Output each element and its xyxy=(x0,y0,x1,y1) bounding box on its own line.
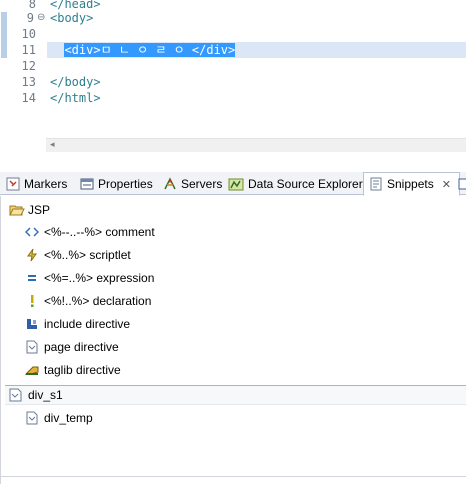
properties-icon xyxy=(80,177,94,191)
drawer-label: div_s1 xyxy=(28,388,63,402)
tab-label: Markers xyxy=(24,176,68,191)
markers-icon xyxy=(6,177,20,191)
editor-line-10: 10 xyxy=(0,26,466,42)
data-source-explorer-icon xyxy=(228,177,244,191)
tab-data-source-explorer[interactable]: Data Source Explorer xyxy=(228,172,363,195)
snippet-include-directive[interactable]: include directive xyxy=(25,314,130,334)
snippet-taglib-directive[interactable]: taglib directive xyxy=(25,360,121,380)
snippet-label: <%!..%> declaration xyxy=(44,294,152,308)
tab-markers[interactable]: Markers xyxy=(6,172,67,195)
line-number: 12 xyxy=(21,59,36,73)
snippet-declaration[interactable]: <%!..%> declaration xyxy=(25,291,151,311)
line-number: 9 xyxy=(26,11,34,25)
selected-code[interactable]: <div>ㅁ ㄴ ㅇ ㄹ ㅇ </div> xyxy=(64,43,236,57)
tab-snippets[interactable]: Snippets ✕ xyxy=(363,172,460,196)
line-number: 10 xyxy=(21,27,36,41)
taglib-icon xyxy=(25,363,39,377)
line-number: 13 xyxy=(21,75,36,89)
editor-line-12: 12 xyxy=(0,58,466,74)
snippet-comment[interactable]: <%--..--%> comment xyxy=(25,222,155,242)
close-tab-icon[interactable]: ✕ xyxy=(442,178,451,191)
snippet-label: <%--..--%> comment xyxy=(44,225,155,239)
tab-label: Snippets xyxy=(387,177,434,191)
fold-collapse-icon[interactable]: ⊖ xyxy=(37,13,45,23)
snippet-label: div_temp xyxy=(44,411,93,425)
code-editor[interactable]: 8 </head> 9 ⊖ <body> 10 11 <div>ㅁ ㄴ ㅇ ㄹ … xyxy=(0,0,466,152)
scroll-left-icon[interactable]: ◂ xyxy=(50,140,55,150)
tab-servers[interactable]: Servers xyxy=(163,172,222,195)
editor-line-13: 13 </body> xyxy=(0,74,466,90)
panel-separator xyxy=(0,152,466,172)
drawer-label: JSP xyxy=(28,203,51,217)
tab-properties[interactable]: Properties xyxy=(80,172,153,195)
snippet-page-directive[interactable]: page directive xyxy=(25,337,119,357)
horizontal-scrollbar[interactable]: ◂ xyxy=(46,138,466,152)
drawer-jsp[interactable]: JSP xyxy=(5,200,466,220)
view-icon xyxy=(458,177,466,191)
snippet-drawer-icon xyxy=(9,388,25,402)
tab-label: Data Source Explorer xyxy=(248,176,363,191)
include-icon xyxy=(25,317,39,331)
snippet-label: page directive xyxy=(44,340,119,354)
snippet-scriptlet[interactable]: <%..%> scriptlet xyxy=(25,245,131,265)
line-number: 14 xyxy=(21,91,36,105)
view-tab-bar: Markers Properties Servers Data Source E… xyxy=(0,172,466,196)
snippets-view: JSP <%--..--%> comment <%..%> scriptlet … xyxy=(0,196,466,484)
code-text: <div>ㅁ ㄴ ㅇ ㄹ ㅇ </div> xyxy=(50,42,236,58)
tab-overflow[interactable] xyxy=(458,172,466,195)
tab-label: Properties xyxy=(98,176,153,191)
snippet-label: taglib directive xyxy=(44,363,121,377)
panel-bottom-border xyxy=(0,476,466,477)
editor-line-11: 11 <div>ㅁ ㄴ ㅇ ㄹ ㅇ </div> xyxy=(0,42,466,58)
line-number: 11 xyxy=(21,43,36,57)
drawer-div-s1[interactable]: div_s1 xyxy=(5,385,466,405)
editor-line-14: 14 </html> xyxy=(0,90,466,106)
open-folder-icon xyxy=(9,203,25,217)
snippet-expression[interactable]: <%=..%> expression xyxy=(25,268,154,288)
template-icon xyxy=(25,411,39,425)
comment-icon xyxy=(25,225,39,239)
code-text: </html> xyxy=(50,91,101,105)
snippets-icon xyxy=(369,177,383,191)
code-text: </body> xyxy=(50,75,101,89)
servers-icon xyxy=(163,176,177,191)
page-icon xyxy=(25,340,39,354)
expression-icon xyxy=(25,271,39,285)
snippet-label: include directive xyxy=(44,317,131,331)
tab-label: Servers xyxy=(181,176,223,191)
code-text: <body> xyxy=(50,11,94,25)
snippet-label: <%..%> scriptlet xyxy=(44,248,131,262)
snippet-label: <%=..%> expression xyxy=(44,271,155,285)
scriptlet-icon xyxy=(25,248,39,262)
editor-line-9: 9 ⊖ <body> xyxy=(0,10,466,26)
declaration-icon xyxy=(25,294,39,308)
snippet-div-temp[interactable]: div_temp xyxy=(25,408,93,428)
